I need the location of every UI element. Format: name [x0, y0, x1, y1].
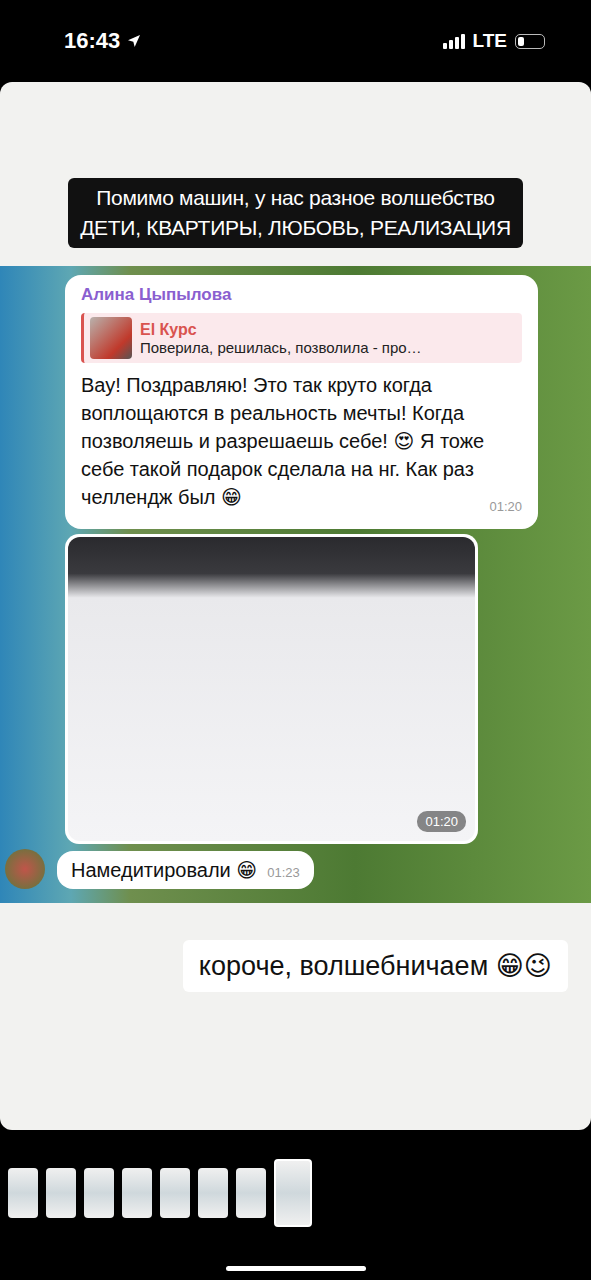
message-row: Намедитировали 😁 01:23: [0, 849, 591, 889]
location-arrow-icon: [126, 33, 142, 49]
message-text: Вау! Поздравляю! Это так круто когда воп…: [81, 371, 522, 521]
story-thumbnail[interactable]: [198, 1168, 228, 1218]
story-caption: Помимо машин, у нас разное волшебствоДЕТ…: [68, 178, 523, 248]
caption-line: Помимо машин, у нас разное волшебство: [96, 184, 494, 212]
bottom-panel: [0, 1130, 591, 1280]
avatar[interactable]: [5, 849, 45, 889]
message-time: 01:23: [267, 865, 300, 882]
clock: 16:43: [64, 28, 142, 54]
network-label: LTE: [473, 30, 507, 52]
sender-name: Алина Цыпылова: [81, 285, 522, 305]
quote-thumbnail: [90, 317, 132, 359]
status-icons: LTE: [443, 30, 545, 52]
message-text: Намедитировали 😁: [71, 858, 257, 882]
story-thumbnail[interactable]: [274, 1159, 312, 1227]
photo: [68, 537, 475, 841]
message-time: 01:20: [489, 493, 522, 521]
story-thumbnail[interactable]: [8, 1168, 38, 1218]
quote-text: Поверила, решилась, позволила - про…: [140, 339, 422, 356]
photo-bubble[interactable]: 01:20: [65, 534, 478, 844]
signal-icon: [443, 33, 465, 49]
reply-quote: El КурсПоверила, решилась, позволила - п…: [81, 313, 522, 363]
story-screen: 16:43 LTE Помимо машин, у нас разное волше…: [0, 0, 591, 1280]
caption-line: ДЕТИ, КВАРТИРЫ, ЛЮБОВЬ, РЕАЛИЗАЦИЯ: [80, 214, 511, 242]
battery-icon: [515, 34, 545, 49]
story-thumbnails: [8, 1158, 591, 1228]
photo-time: 01:20: [417, 811, 466, 832]
status-bar: 16:43 LTE: [0, 0, 591, 82]
home-indicator: [226, 1266, 366, 1271]
story-thumbnail[interactable]: [160, 1168, 190, 1218]
text-sticker: короче, волшебничаем 😁😉: [183, 940, 568, 992]
story-thumbnail[interactable]: [46, 1168, 76, 1218]
message-bubble: Намедитировали 😁 01:23: [57, 851, 314, 889]
chat-screenshot: Алина Цыпылова El КурсПоверила, решилась,…: [0, 266, 591, 903]
story-thumbnail[interactable]: [122, 1168, 152, 1218]
story-card: Помимо машин, у нас разное волшебствоДЕТ…: [0, 82, 591, 1130]
quote-title: El Курс: [140, 321, 422, 339]
story-thumbnail[interactable]: [84, 1168, 114, 1218]
message-bubble: Алина Цыпылова El КурсПоверила, решилась,…: [65, 275, 538, 529]
story-thumbnail[interactable]: [236, 1168, 266, 1218]
